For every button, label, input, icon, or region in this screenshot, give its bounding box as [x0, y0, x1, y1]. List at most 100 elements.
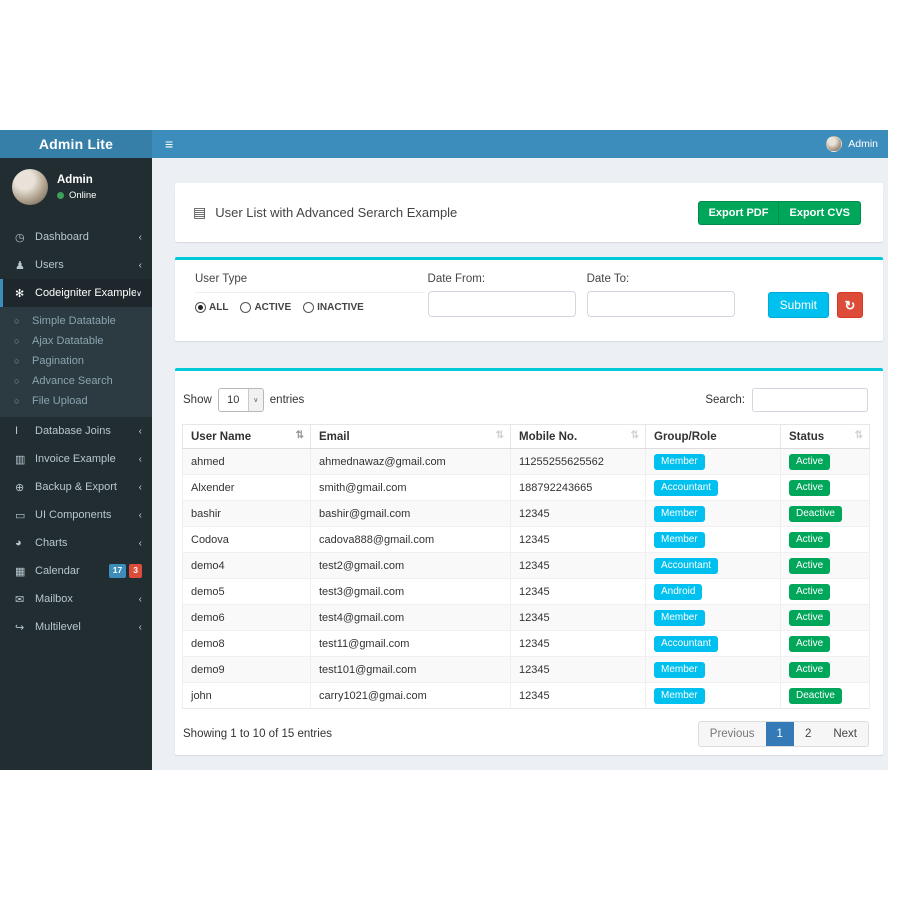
cell-email: bashir@gmail.com [311, 501, 511, 527]
role-badge: Accountant [654, 480, 718, 496]
col-mobile[interactable]: Mobile No. ⇅ [511, 425, 646, 449]
sidebar-item-database-joins[interactable]: I Database Joins ‹ [0, 417, 152, 445]
page-title-wrap: ▤ User List with Advanced Serarch Exampl… [193, 204, 457, 221]
filter-actions: Submit ↻ [768, 292, 863, 318]
sidebar-item-backup-export[interactable]: ⊕ Backup & Export ‹ [0, 473, 152, 501]
col-group-role[interactable]: Group/Role [646, 425, 781, 449]
sidebar-item-ajax-datatable[interactable]: ○ Ajax Datatable [0, 331, 152, 351]
sort-asc-icon[interactable]: ⇅ [296, 430, 304, 441]
col-label: User Name [191, 431, 251, 443]
table-row[interactable]: bashir bashir@gmail.com 12345 Member Dea… [183, 501, 870, 527]
sidebar-item-label: Charts [35, 537, 139, 549]
previous-page-button[interactable]: Previous [699, 722, 766, 746]
page-1-button[interactable]: 1 [766, 722, 794, 746]
table-row[interactable]: Codova cadova888@gmail.com 12345 Member … [183, 527, 870, 553]
table-header-row: User Name ⇅ Email⇅ Mobile No. ⇅ Group/Role… [183, 425, 870, 449]
cell-mobile: 12345 [511, 579, 646, 605]
cell-mobile: 12345 [511, 631, 646, 657]
role-badge: Member [654, 532, 705, 548]
sidebar-item-label: Backup & Export [35, 481, 139, 493]
circle-o-icon: ○ [14, 376, 32, 386]
table-row[interactable]: john carry1021@gmai.com 12345 Member Dea… [183, 683, 870, 709]
sidebar-item-multilevel[interactable]: ↪ Multilevel ‹ [0, 613, 152, 641]
users-icon: ♟ [15, 259, 35, 272]
status-badge: Deactive [789, 688, 842, 704]
chevron-left-icon: ‹ [139, 538, 142, 549]
sidebar-item-label: UI Components [35, 509, 139, 521]
radio-active[interactable]: ACTIVE [240, 302, 291, 313]
sidebar-item-label: Invoice Example [35, 453, 139, 465]
radio-unchecked-icon [240, 302, 251, 313]
col-label: Mobile No. [519, 431, 577, 443]
sidebar-item-label: Mailbox [35, 593, 139, 605]
user-type-group: User Type ALL ACTIVE INACTIVE [195, 273, 428, 313]
sidebar-item-invoice-example[interactable]: ▥ Invoice Example ‹ [0, 445, 152, 473]
profile-avatar [12, 169, 48, 205]
calendar-badges: 17 3 [109, 564, 142, 577]
page-title: User List with Advanced Serarch Example [215, 205, 457, 220]
page-size-select[interactable]: 10 ∨ [218, 388, 264, 412]
submenu-item-label: Ajax Datatable [32, 335, 104, 347]
table-row[interactable]: demo9 test101@gmail.com 12345 Member Act… [183, 657, 870, 683]
sort-icon[interactable]: ⇅ [855, 430, 863, 441]
chevron-left-icon: ‹ [139, 594, 142, 605]
sidebar-item-dashboard[interactable]: ◷ Dashboard ‹ [0, 223, 152, 251]
user-type-label: User Type [195, 273, 425, 293]
role-badge: Member [654, 506, 705, 522]
chevron-left-icon: ‹ [139, 482, 142, 493]
sidebar-item-simple-datatable[interactable]: ○ Simple Datatable [0, 311, 152, 331]
datatable-controls: Show 10 ∨ entries Search: [182, 371, 869, 424]
navbar-user-menu[interactable]: Admin [826, 136, 878, 152]
table-row[interactable]: Alxender smith@gmail.com 188792243665 Ac… [183, 475, 870, 501]
sidebar-item-ui-components[interactable]: ▭ UI Components ‹ [0, 501, 152, 529]
table-row[interactable]: demo5 test3@gmail.com 12345 Android Acti… [183, 579, 870, 605]
date-to-label: Date To: [587, 273, 746, 285]
sidebar-item-calendar[interactable]: ▦ Calendar 17 3 [0, 557, 152, 585]
sort-icon[interactable]: ⇅ [496, 430, 504, 441]
sidebar-user-panel: Admin Online [0, 158, 152, 217]
col-label: Status [789, 431, 824, 443]
table-row[interactable]: demo6 test4@gmail.com 12345 Member Activ… [183, 605, 870, 631]
col-email[interactable]: Email⇅ [311, 425, 511, 449]
radio-inactive[interactable]: INACTIVE [303, 302, 364, 313]
select-arrow-icon: ∨ [248, 389, 263, 411]
cell-mobile: 11255255625562 [511, 449, 646, 475]
search-label: Search: [705, 394, 745, 406]
next-page-button[interactable]: Next [822, 722, 868, 746]
sidebar-toggle-icon[interactable]: ≡ [165, 137, 173, 151]
page-2-button[interactable]: 2 [794, 722, 822, 746]
cell-email: smith@gmail.com [311, 475, 511, 501]
cell-name: Alxender [183, 475, 311, 501]
refresh-button[interactable]: ↻ [837, 292, 863, 318]
cell-email: test3@gmail.com [311, 579, 511, 605]
radio-all[interactable]: ALL [195, 302, 228, 313]
brand-logo[interactable]: Admin Lite [0, 130, 152, 158]
sidebar-item-charts[interactable]: ◕ Charts ‹ [0, 529, 152, 557]
sidebar-item-users[interactable]: ♟ Users ‹ [0, 251, 152, 279]
col-status[interactable]: Status ⇅ [781, 425, 870, 449]
submit-button[interactable]: Submit [768, 292, 829, 318]
table-row[interactable]: demo4 test2@gmail.com 12345 Accountant A… [183, 553, 870, 579]
circle-o-icon: ○ [14, 316, 32, 326]
date-to-input[interactable] [587, 291, 735, 317]
col-user-name[interactable]: User Name ⇅ [183, 425, 311, 449]
export-pdf-button[interactable]: Export PDF [698, 201, 779, 225]
sidebar-item-advance-search[interactable]: ○ Advance Search [0, 371, 152, 391]
role-badge: Accountant [654, 636, 718, 652]
sidebar-item-label: Multilevel [35, 621, 139, 633]
date-from-input[interactable] [428, 291, 576, 317]
top-navbar: Admin Lite ≡ Admin [0, 130, 888, 158]
sidebar-item-pagination[interactable]: ○ Pagination [0, 351, 152, 371]
table-row[interactable]: demo8 test11@gmail.com 12345 Accountant … [183, 631, 870, 657]
status-badge: Active [789, 584, 830, 600]
sidebar-item-codeigniter-examples[interactable]: ✻ Codeigniter Examples ∨ [0, 279, 152, 307]
export-cvs-button[interactable]: Export CVS [778, 201, 861, 225]
share-arrow-icon: ↪ [15, 621, 35, 634]
circle-o-icon: ○ [14, 356, 32, 366]
table-row[interactable]: ahmed ahmednawaz@gmail.com 1125525562556… [183, 449, 870, 475]
sidebar-item-file-upload[interactable]: ○ File Upload [0, 391, 152, 411]
search-input[interactable] [752, 388, 868, 412]
sidebar-item-mailbox[interactable]: ✉ Mailbox ‹ [0, 585, 152, 613]
sort-icon[interactable]: ⇅ [631, 430, 639, 441]
chevron-left-icon: ‹ [139, 232, 142, 243]
